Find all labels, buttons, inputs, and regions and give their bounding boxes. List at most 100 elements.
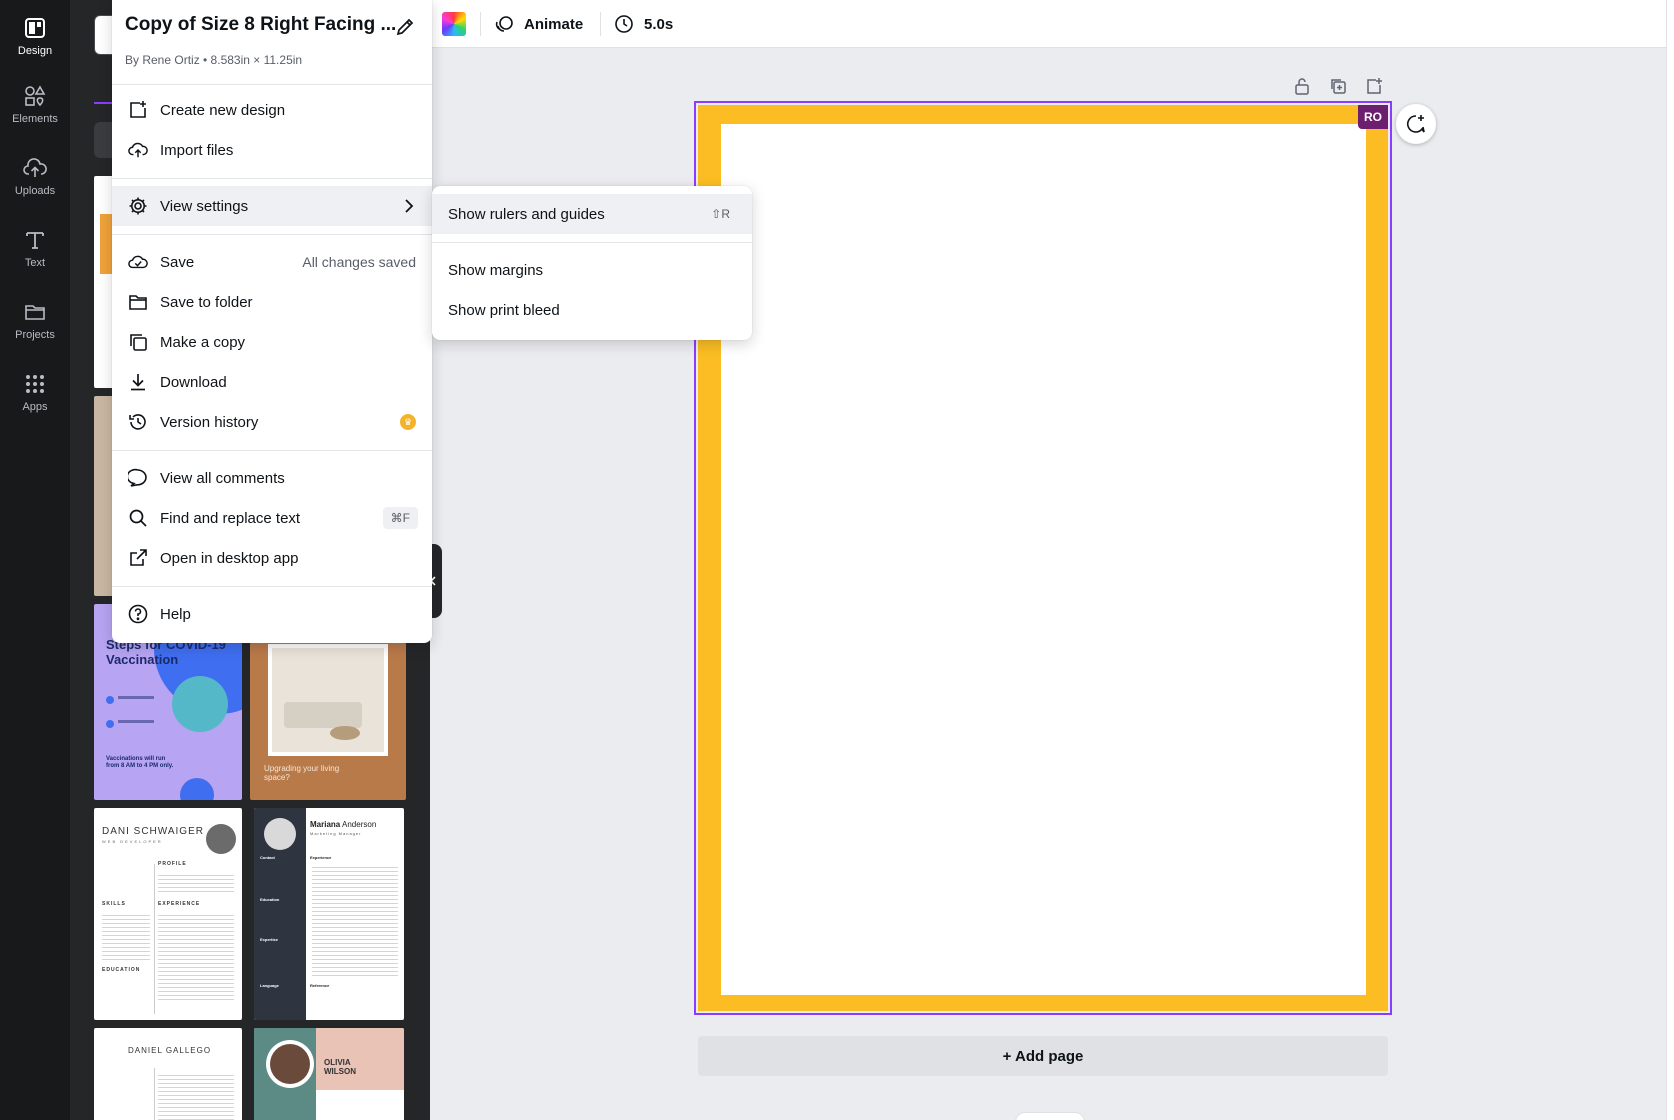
animate-label: Animate: [524, 15, 584, 33]
toolbar-divider: [480, 12, 481, 36]
mariana-section: Expertise: [260, 937, 279, 942]
save-item[interactable]: Save All changes saved: [112, 242, 432, 282]
cloud-upload-icon: [128, 140, 148, 160]
right-edge-panel: [1666, 0, 1674, 1120]
download-icon: [128, 372, 148, 392]
rail-label: Projects: [15, 328, 55, 341]
help-item[interactable]: Help: [112, 594, 432, 634]
rail-label: Apps: [22, 400, 48, 413]
color-picker-icon: [442, 12, 466, 36]
rail-item-elements[interactable]: Elements: [0, 72, 70, 136]
open-desktop-app-item[interactable]: Open in desktop app: [112, 538, 432, 578]
lock-icon[interactable]: [1292, 76, 1312, 96]
chevron-right-icon: [404, 198, 414, 218]
template-thumbnail-olivia[interactable]: OLIVIA WILSON: [254, 1028, 404, 1120]
rail-label: Uploads: [14, 184, 56, 197]
create-new-design-item[interactable]: Create new design: [112, 90, 432, 130]
show-rulers-guides-item[interactable]: Show rulers and guides ⇧R: [432, 194, 752, 234]
design-meta: By Rene Ortiz • 8.583in × 11.25in: [125, 53, 303, 67]
mariana-first-name: Mariana: [310, 820, 341, 829]
page-content-area[interactable]: [721, 124, 1366, 995]
dani-section: PROFILE: [158, 861, 187, 867]
mariana-last-name: Anderson: [342, 820, 377, 829]
menu-item-label: Version history: [160, 413, 259, 431]
rail-item-apps[interactable]: Apps: [0, 360, 70, 424]
top-toolbar: Animate 5.0s: [430, 0, 1674, 48]
menu-item-label: Show print bleed: [448, 301, 560, 319]
version-history-item[interactable]: Version history ♛: [112, 402, 432, 442]
mariana-section: Reference: [310, 983, 330, 988]
dani-role: WEB DEVELOPER: [102, 839, 163, 844]
bottom-panel-handle[interactable]: [1015, 1112, 1085, 1120]
download-item[interactable]: Download: [112, 362, 432, 402]
color-button[interactable]: [442, 0, 466, 48]
edit-title-button[interactable]: [392, 14, 418, 40]
menu-item-label: Make a copy: [160, 333, 246, 351]
menu-divider: [112, 178, 432, 179]
menu-item-label: Find and replace text: [160, 509, 301, 527]
rail-item-design[interactable]: Design: [0, 4, 70, 68]
dani-name: DANI SCHWAIGER: [102, 826, 204, 837]
menu-item-label: Download: [160, 373, 227, 391]
menu-item-label: Import files: [160, 141, 234, 159]
menu-divider: [112, 84, 432, 85]
folder-icon: [128, 292, 148, 312]
help-icon: [128, 604, 148, 624]
import-files-item[interactable]: Import files: [112, 130, 432, 170]
view-all-comments-item[interactable]: View all comments: [112, 458, 432, 498]
duration-button[interactable]: 5.0s: [614, 0, 673, 48]
rail-item-projects[interactable]: Projects: [0, 288, 70, 352]
duplicate-page-icon[interactable]: [1328, 76, 1348, 96]
olivia-name: OLIVIA WILSON: [324, 1058, 356, 1077]
gear-icon: [128, 196, 148, 216]
crown-icon: ♛: [400, 414, 416, 430]
menu-item-label: Open in desktop app: [160, 549, 299, 567]
toolbar-divider: [600, 12, 601, 36]
add-comment-button[interactable]: [1396, 104, 1436, 144]
elements-icon: [23, 84, 47, 108]
show-print-bleed-item[interactable]: Show print bleed: [432, 290, 752, 330]
rail-item-uploads[interactable]: Uploads: [0, 144, 70, 208]
animate-button[interactable]: Animate: [494, 0, 583, 48]
show-margins-item[interactable]: Show margins: [432, 250, 752, 290]
add-page-icon[interactable]: [1364, 76, 1384, 96]
copy-icon: [128, 332, 148, 352]
daniel-name: DANIEL GALLEGO: [128, 1046, 212, 1055]
living-tagline: Upgrading your living space?: [264, 764, 340, 783]
find-replace-item[interactable]: Find and replace text ⌘F: [112, 498, 432, 538]
menu-item-label: View all comments: [160, 469, 285, 487]
dani-section: EDUCATION: [102, 967, 141, 973]
menu-divider: [432, 242, 752, 243]
template-thumbnail-dani[interactable]: DANI SCHWAIGER WEB DEVELOPER PROFILE EXP…: [94, 808, 242, 1020]
view-settings-item[interactable]: View settings: [112, 186, 432, 226]
folder-icon: [23, 300, 47, 324]
shortcut-badge: ⌘F: [382, 507, 418, 529]
file-menu: Copy of Size 8 Right Facing ... By Rene …: [112, 0, 432, 643]
text-icon: [23, 228, 47, 252]
cloud-check-icon: [128, 252, 148, 272]
make-copy-item[interactable]: Make a copy: [112, 322, 432, 362]
menu-item-label: Create new design: [160, 101, 286, 119]
design-title[interactable]: Copy of Size 8 Right Facing ...: [125, 14, 396, 36]
animate-icon: [494, 14, 514, 34]
template-thumbnail-daniel[interactable]: DANIEL GALLEGO: [94, 1028, 242, 1120]
comment-icon: [128, 468, 148, 488]
duration-label: 5.0s: [644, 15, 674, 33]
save-to-folder-item[interactable]: Save to folder: [112, 282, 432, 322]
mariana-role: Marketing Manager: [310, 831, 362, 836]
mariana-section: Language: [260, 983, 279, 988]
menu-item-label: Show margins: [448, 261, 544, 279]
clock-icon: [614, 14, 634, 34]
mariana-section: Contact: [260, 855, 275, 860]
menu-divider: [112, 450, 432, 451]
add-page-button[interactable]: + Add page: [698, 1036, 1388, 1076]
rail-label: Text: [24, 256, 46, 269]
rail-item-text[interactable]: Text: [0, 216, 70, 280]
covid-note: Vaccinations will run from 8 AM to 4 PM …: [106, 756, 174, 769]
add-design-icon: [128, 100, 148, 120]
view-settings-submenu: Show rulers and guides ⇧R Show margins S…: [432, 186, 752, 340]
owner-avatar-badge: RO: [1358, 105, 1388, 129]
history-icon: [128, 412, 148, 432]
menu-divider: [112, 234, 432, 235]
template-thumbnail-mariana[interactable]: Mariana Anderson Marketing Manager Conta…: [254, 808, 404, 1020]
